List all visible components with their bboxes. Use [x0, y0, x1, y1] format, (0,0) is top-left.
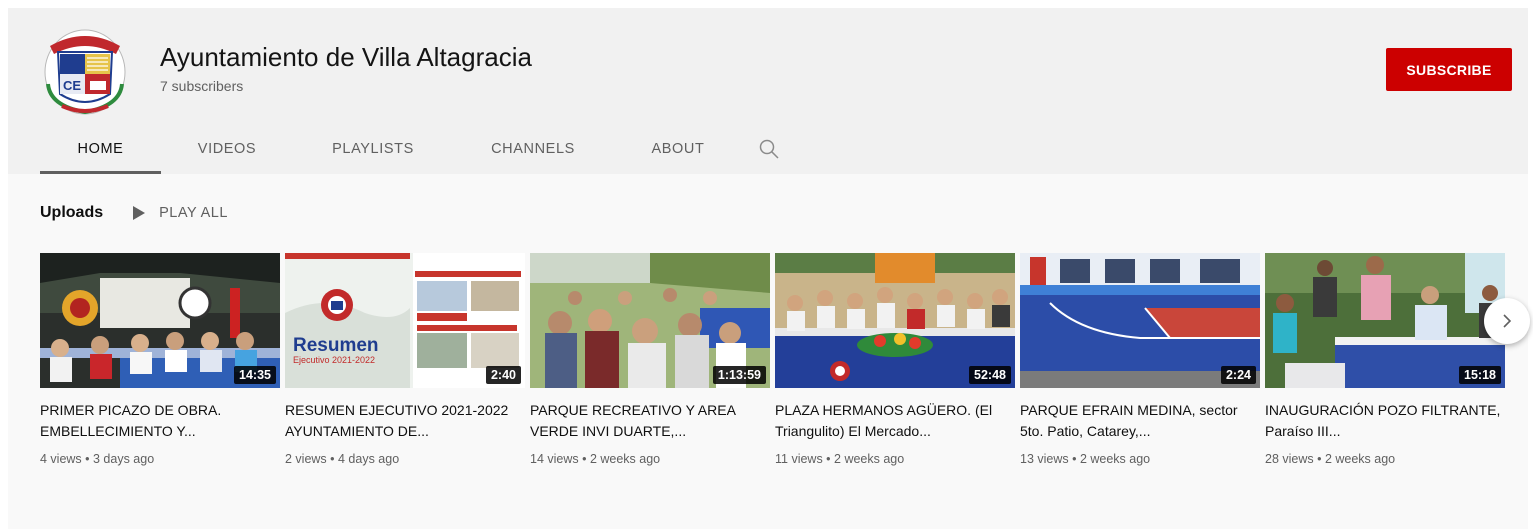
- play-icon: [133, 206, 146, 220]
- video-duration: 1:13:59: [712, 366, 766, 384]
- tab-channels[interactable]: CHANNELS: [453, 126, 613, 172]
- video-thumbnail[interactable]: 1:13:59: [530, 253, 770, 388]
- subscriber-count: 7 subscribers: [160, 78, 244, 94]
- video-meta: 4 views • 3 days ago: [40, 452, 155, 466]
- tab-videos[interactable]: VIDEOS: [161, 126, 293, 172]
- channel-name[interactable]: Ayuntamiento de Villa Altagracia: [160, 42, 532, 73]
- video-duration: 2:40: [485, 366, 521, 384]
- uploads-shelf-header: Uploads PLAY ALL: [40, 204, 228, 222]
- video-duration: 15:18: [1459, 366, 1501, 384]
- video-title[interactable]: PARQUE RECREATIVO Y AREA VERDE INVI DUAR…: [530, 400, 770, 442]
- video-title[interactable]: INAUGURACIÓN POZO FILTRANTE, Paraíso III…: [1265, 400, 1505, 442]
- channel-page: CE Ayuntamiento de Villa Altagracia 7 su…: [8, 8, 1530, 529]
- video-shelf: 14:35 PRIMER PICAZO DE OBRA. EMBELLECIMI…: [40, 253, 1505, 466]
- tab-playlists[interactable]: PLAYLISTS: [293, 126, 453, 172]
- video-card[interactable]: 1:13:59 PARQUE RECREATIVO Y AREA VERDE I…: [530, 253, 770, 466]
- subscribe-button[interactable]: SUBSCRIBE: [1386, 48, 1512, 91]
- video-title[interactable]: PARQUE EFRAIN MEDINA, sector 5to. Patio,…: [1020, 400, 1260, 442]
- chevron-right-icon: [1503, 314, 1512, 328]
- search-icon[interactable]: [743, 126, 795, 172]
- channel-avatar[interactable]: CE: [40, 24, 130, 116]
- play-all-label: PLAY ALL: [159, 205, 228, 221]
- thumb-big-text: Resumen: [293, 335, 379, 356]
- video-title[interactable]: PLAZA HERMANOS AGÜERO. (El Triangulito) …: [775, 400, 1015, 442]
- video-title[interactable]: PRIMER PICAZO DE OBRA. EMBELLECIMIENTO Y…: [40, 400, 280, 442]
- video-thumbnail[interactable]: 15:18: [1265, 253, 1505, 388]
- tab-about[interactable]: ABOUT: [613, 126, 743, 172]
- video-thumbnail[interactable]: Resumen Ejecutivo 2021-2022 2:40: [285, 253, 525, 388]
- video-meta: 14 views • 2 weeks ago: [530, 452, 661, 466]
- shelf-next-button[interactable]: [1484, 298, 1530, 344]
- channel-tabs: HOME VIDEOS PLAYLISTS CHANNELS ABOUT: [40, 126, 795, 174]
- video-thumbnail[interactable]: 2:24: [1020, 253, 1260, 388]
- thumb-small-text: Ejecutivo 2021-2022: [293, 355, 375, 365]
- video-title[interactable]: RESUMEN EJECUTIVO 2021-2022 AYUNTAMIENTO…: [285, 400, 525, 442]
- video-card[interactable]: 2:24 PARQUE EFRAIN MEDINA, sector 5to. P…: [1020, 253, 1260, 466]
- video-card[interactable]: 52:48 PLAZA HERMANOS AGÜERO. (El Triangu…: [775, 253, 1015, 466]
- video-duration: 2:24: [1220, 366, 1256, 384]
- video-meta: 13 views • 2 weeks ago: [1020, 452, 1151, 466]
- video-duration: 14:35: [234, 366, 276, 384]
- video-thumbnail[interactable]: 52:48: [775, 253, 1015, 388]
- video-card[interactable]: 15:18 INAUGURACIÓN POZO FILTRANTE, Paraí…: [1265, 253, 1505, 466]
- play-all-button[interactable]: PLAY ALL: [133, 205, 228, 221]
- tab-home[interactable]: HOME: [40, 126, 161, 174]
- channel-header: CE Ayuntamiento de Villa Altagracia 7 su…: [8, 8, 1528, 174]
- video-thumbnail[interactable]: 14:35: [40, 253, 280, 388]
- video-card[interactable]: 14:35 PRIMER PICAZO DE OBRA. EMBELLECIMI…: [40, 253, 280, 466]
- video-meta: 2 views • 4 days ago: [285, 452, 400, 466]
- video-duration: 52:48: [969, 366, 1011, 384]
- video-card[interactable]: Resumen Ejecutivo 2021-2022 2:40 RESUMEN…: [285, 253, 525, 466]
- svg-text:CE: CE: [63, 78, 81, 93]
- video-meta: 28 views • 2 weeks ago: [1265, 452, 1396, 466]
- video-meta: 11 views • 2 weeks ago: [775, 452, 905, 466]
- section-title[interactable]: Uploads: [40, 204, 103, 222]
